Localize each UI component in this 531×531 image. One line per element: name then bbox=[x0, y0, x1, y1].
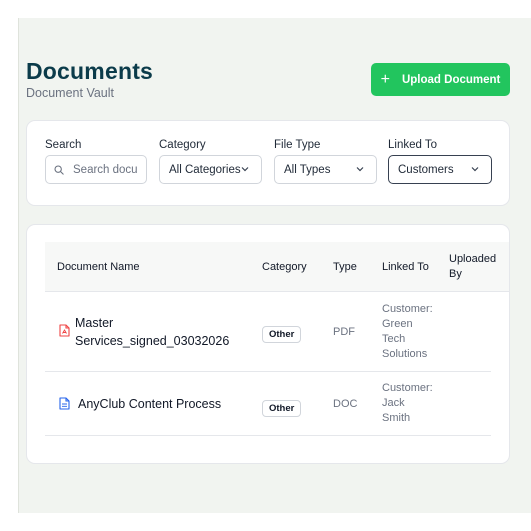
column-header-by[interactable]: By bbox=[449, 268, 462, 280]
linked-to-select[interactable]: Customers bbox=[388, 155, 492, 184]
category-badge: Other bbox=[262, 326, 302, 343]
linked-to-line: Smith bbox=[382, 412, 411, 424]
linked-to-line: Solutions bbox=[382, 348, 428, 360]
linked-to-line: Customer: bbox=[382, 303, 433, 315]
linked-to-line: Green bbox=[382, 318, 413, 330]
search-input[interactable] bbox=[73, 163, 137, 176]
document-name[interactable]: AnyClub Content Process bbox=[78, 395, 221, 413]
search-filter: Search bbox=[45, 139, 147, 184]
linked-to-line: Customer: bbox=[382, 382, 433, 394]
chevron-down-icon bbox=[241, 167, 249, 172]
category-select[interactable]: All Categories bbox=[159, 155, 262, 184]
page-subtitle: Document Vault bbox=[26, 86, 115, 100]
chevron-down-icon bbox=[471, 167, 479, 172]
linked-to-label: Linked To bbox=[388, 139, 438, 151]
linked-to-filter: Linked To Customers bbox=[388, 139, 492, 184]
table-row[interactable]: AnyClub Content Process Other DOC Custom… bbox=[45, 372, 491, 436]
column-header-category[interactable]: Category bbox=[262, 261, 307, 273]
documents-table: Document Name Category Type Linked To Up… bbox=[26, 224, 510, 464]
search-icon bbox=[54, 164, 64, 175]
document-name-line: Services_signed_03032026 bbox=[75, 334, 230, 348]
document-name[interactable]: Master Services_signed_03032026 bbox=[75, 314, 229, 350]
category-filter: Category All Categories bbox=[159, 139, 262, 184]
file-type-value: All Types bbox=[284, 163, 331, 176]
file-type-filter: File Type All Types bbox=[274, 139, 377, 184]
category-badge-cell: Other bbox=[262, 398, 302, 417]
doc-file-icon bbox=[59, 397, 70, 410]
upload-document-button[interactable]: + Upload Document bbox=[371, 63, 510, 96]
plus-icon: + bbox=[380, 70, 390, 88]
linked-to-line: Tech bbox=[382, 333, 406, 345]
table-row[interactable]: Master Services_signed_03032026 Other PD… bbox=[45, 292, 491, 372]
column-header-document-name[interactable]: Document Name bbox=[57, 261, 140, 273]
file-type-select[interactable]: All Types bbox=[274, 155, 377, 184]
filter-card: Search Category All Categories File Type bbox=[26, 120, 510, 206]
category-badge: Other bbox=[262, 400, 302, 417]
category-badge-cell: Other bbox=[262, 324, 302, 343]
linked-to-text: Customer: Jack Smith bbox=[382, 381, 433, 426]
column-header-linked-to[interactable]: Linked To bbox=[382, 261, 429, 273]
file-type-text: DOC bbox=[333, 398, 358, 410]
page-title: Documents bbox=[26, 58, 154, 84]
search-label: Search bbox=[45, 139, 82, 151]
file-type-text: PDF bbox=[333, 326, 355, 338]
page-background: Documents Document Vault + Upload Docume… bbox=[18, 18, 531, 513]
document-name-line: Master bbox=[75, 316, 114, 330]
linked-to-value: Customers bbox=[398, 163, 454, 176]
category-label: Category bbox=[159, 139, 206, 151]
chevron-down-icon bbox=[356, 167, 364, 172]
category-value: All Categories bbox=[169, 163, 241, 176]
linked-to-text: Customer: Green Tech Solutions bbox=[382, 302, 433, 362]
linked-to-line: Jack bbox=[382, 397, 405, 409]
column-header-type[interactable]: Type bbox=[333, 261, 357, 273]
search-field[interactable] bbox=[45, 155, 147, 184]
upload-document-label: Upload Document bbox=[401, 73, 501, 86]
column-header-uploaded[interactable]: Uploaded bbox=[449, 253, 496, 265]
file-type-label: File Type bbox=[274, 139, 321, 151]
table-header: Document Name Category Type Linked To Up… bbox=[45, 242, 509, 292]
pdf-file-icon bbox=[59, 324, 70, 337]
